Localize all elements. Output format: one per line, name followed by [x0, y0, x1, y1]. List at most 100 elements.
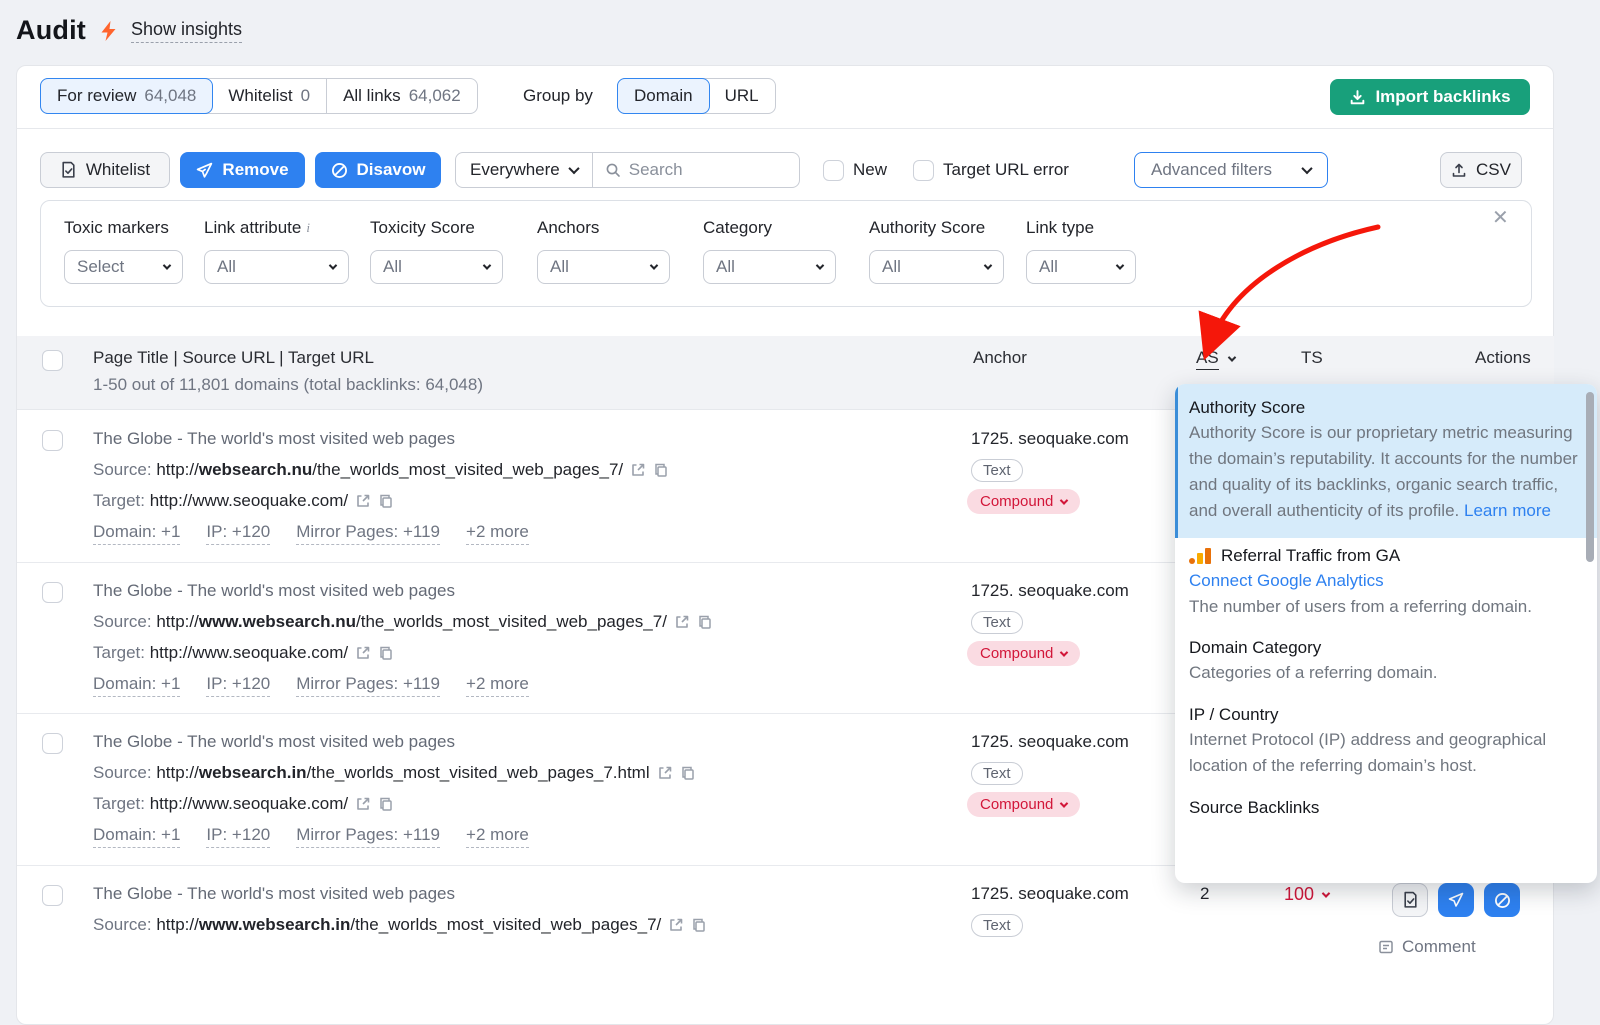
dropdown-scrollbar[interactable]: [1586, 392, 1594, 562]
item-title: Authority Score: [1189, 396, 1583, 420]
external-link-icon[interactable]: [657, 765, 673, 781]
stat-domain-link[interactable]: Domain: +1: [93, 825, 180, 848]
row-checkbox[interactable]: [42, 582, 63, 603]
whitelist-button[interactable]: Whitelist: [40, 152, 170, 188]
row-checkbox[interactable]: [42, 885, 63, 906]
row-remove-button[interactable]: [1438, 883, 1474, 917]
learn-more-link[interactable]: Learn more: [1464, 501, 1551, 520]
select-value: All: [882, 257, 901, 277]
row-checkbox[interactable]: [42, 430, 63, 451]
import-backlinks-button[interactable]: Import backlinks: [1330, 79, 1530, 115]
select-value: Select: [77, 257, 124, 277]
copy-icon[interactable]: [697, 614, 713, 630]
item-body: Internet Protocol (IP) address and geogr…: [1189, 727, 1583, 779]
category-select[interactable]: All: [703, 250, 836, 284]
item-title: IP / Country: [1189, 703, 1583, 727]
info-icon[interactable]: i: [306, 220, 310, 236]
disavow-icon: [331, 162, 348, 179]
show-insights-link[interactable]: Show insights: [131, 19, 242, 43]
group-by-domain[interactable]: Domain: [617, 78, 710, 114]
column-header-actions: Actions: [1475, 348, 1531, 368]
dropdown-item-authority-score[interactable]: Authority Score Authority Score is our p…: [1175, 384, 1597, 538]
seg-label: URL: [725, 86, 759, 106]
dropdown-item-ip-country[interactable]: IP / Country Internet Protocol (IP) addr…: [1175, 686, 1597, 779]
anchors-select[interactable]: All: [537, 250, 670, 284]
row-checkbox[interactable]: [42, 733, 63, 754]
copy-icon[interactable]: [378, 796, 394, 812]
stat-ip-link[interactable]: IP: +120: [206, 522, 270, 545]
toxicity-score-select[interactable]: All: [370, 250, 503, 284]
external-link-icon[interactable]: [355, 796, 371, 812]
stat-more-link[interactable]: +2 more: [466, 674, 529, 697]
chevron-down-icon: [1060, 648, 1068, 656]
compound-badge[interactable]: Compound: [967, 641, 1080, 666]
source-label: Source:: [93, 460, 152, 480]
external-link-icon[interactable]: [668, 917, 684, 933]
stat-more-link[interactable]: +2 more: [466, 825, 529, 848]
tab-all-links[interactable]: All links 64,062: [327, 79, 477, 113]
ts-value[interactable]: 100: [1284, 884, 1329, 905]
csv-export-button[interactable]: CSV: [1440, 152, 1522, 188]
dropdown-item-referral-traffic[interactable]: Referral Traffic from GA Connect Google …: [1175, 538, 1597, 620]
compound-badge[interactable]: Compound: [967, 489, 1080, 514]
target-url: http://www.seoquake.com/: [150, 643, 348, 663]
whitelist-doc-icon: [60, 161, 77, 179]
group-by-url[interactable]: URL: [709, 79, 775, 113]
disavow-button[interactable]: Disavow: [315, 152, 441, 188]
copy-icon[interactable]: [378, 493, 394, 509]
source-label: Source:: [93, 915, 152, 935]
tab-for-review[interactable]: For review 64,048: [40, 78, 213, 114]
chevron-down-icon: [568, 163, 579, 174]
tab-count: 0: [301, 86, 310, 106]
annotation-arrow: [1150, 200, 1410, 375]
stat-domain-link[interactable]: Domain: +1: [93, 674, 180, 697]
tab-count: 64,062: [409, 86, 461, 106]
link-attribute-select[interactable]: All: [204, 250, 349, 284]
close-icon[interactable]: ✕: [1492, 205, 1509, 230]
remove-button[interactable]: Remove: [180, 152, 305, 188]
row-whitelist-button[interactable]: [1392, 883, 1428, 917]
stat-mirror-pages-link[interactable]: Mirror Pages: +119: [296, 674, 440, 697]
stat-ip-link[interactable]: IP: +120: [206, 674, 270, 697]
chevron-down-icon: [816, 261, 824, 269]
toxic-markers-select[interactable]: Select: [64, 250, 183, 284]
download-icon: [1349, 89, 1366, 106]
dropdown-item-source-backlinks[interactable]: Source Backlinks: [1175, 779, 1597, 820]
authority-score-select[interactable]: All: [869, 250, 1004, 284]
copy-icon[interactable]: [653, 462, 669, 478]
copy-icon[interactable]: [691, 917, 707, 933]
table-header-main: Page Title | Source URL | Target URL: [93, 348, 374, 368]
external-link-icon[interactable]: [630, 462, 646, 478]
external-link-icon[interactable]: [355, 493, 371, 509]
stat-mirror-pages-link[interactable]: Mirror Pages: +119: [296, 825, 440, 848]
stat-domain-link[interactable]: Domain: +1: [93, 522, 180, 545]
stat-more-link[interactable]: +2 more: [466, 522, 529, 545]
target-url-error-label: Target URL error: [943, 160, 1069, 180]
external-link-icon[interactable]: [674, 614, 690, 630]
link-type-select[interactable]: All: [1026, 250, 1136, 284]
target-url-error-checkbox[interactable]: [913, 160, 934, 181]
comment-button[interactable]: Comment: [1378, 937, 1476, 957]
tab-label: All links: [343, 86, 401, 106]
anchor-text: 1725. seoquake.com: [971, 732, 1129, 752]
compound-badge[interactable]: Compound: [967, 792, 1080, 817]
stat-ip-link[interactable]: IP: +120: [206, 825, 270, 848]
select-all-checkbox[interactable]: [42, 350, 63, 371]
connect-ga-link[interactable]: Connect Google Analytics: [1189, 571, 1384, 590]
copy-icon[interactable]: [680, 765, 696, 781]
new-checkbox[interactable]: [823, 160, 844, 181]
as-value: 2: [1200, 884, 1209, 904]
search-input[interactable]: Search: [593, 153, 799, 187]
copy-icon[interactable]: [378, 645, 394, 661]
search-scope-dropdown[interactable]: Everywhere: [456, 153, 593, 187]
filter-label-authority-score: Authority Score: [869, 218, 985, 238]
advanced-filters-button[interactable]: Advanced filters: [1134, 152, 1328, 188]
row-disavow-button[interactable]: [1484, 883, 1520, 917]
paper-plane-icon: [196, 162, 213, 179]
tab-whitelist[interactable]: Whitelist 0: [212, 79, 327, 113]
chevron-down-icon: [1060, 496, 1068, 504]
row-title: The Globe - The world's most visited web…: [93, 581, 455, 601]
dropdown-item-domain-category[interactable]: Domain Category Categories of a referrin…: [1175, 620, 1597, 686]
external-link-icon[interactable]: [355, 645, 371, 661]
stat-mirror-pages-link[interactable]: Mirror Pages: +119: [296, 522, 440, 545]
